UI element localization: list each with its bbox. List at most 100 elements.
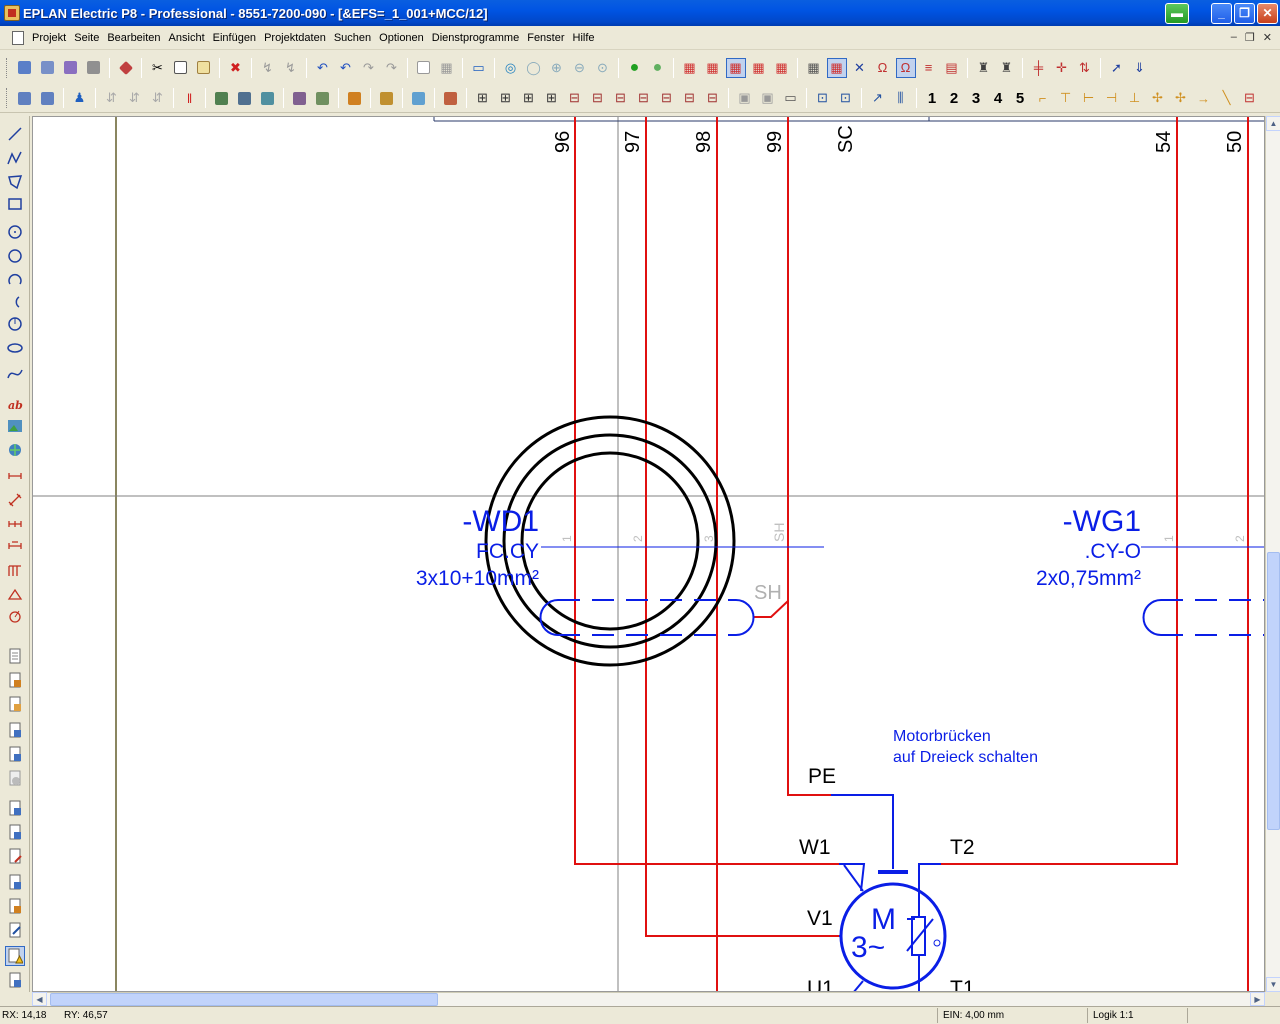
mdi-close-icon[interactable]: ✕ <box>1263 31 1272 44</box>
corner-a-icon[interactable]: ⌐ <box>1033 88 1053 108</box>
plc-a-icon[interactable]: ⊞ <box>473 88 493 108</box>
image-tool-icon[interactable] <box>5 416 25 436</box>
report-f-tool-icon[interactable] <box>5 920 25 940</box>
structure-a-icon[interactable] <box>212 88 232 108</box>
vertical-scrollbar[interactable]: ▲ ▼ <box>1265 116 1280 992</box>
redo-list-icon[interactable]: ↷ <box>382 58 402 78</box>
globe-tool-icon[interactable] <box>5 440 25 460</box>
grid-display-icon[interactable]: ▦ <box>804 58 824 78</box>
restore-button[interactable]: ❐ <box>1234 2 1255 24</box>
device-d-icon[interactable]: ⊟ <box>634 88 654 108</box>
undo-list-icon[interactable]: ↶ <box>313 58 333 78</box>
structure-c-icon[interactable] <box>258 88 278 108</box>
device-a-icon[interactable]: ⊟ <box>565 88 585 108</box>
connection-1-button[interactable]: 1 <box>921 88 943 108</box>
redo-icon[interactable]: ↷ <box>359 58 379 78</box>
polygon-tool-icon[interactable] <box>5 172 25 192</box>
menu-hilfe[interactable]: Hilfe <box>569 32 599 44</box>
zoom-page-icon[interactable]: ◯ <box>524 58 544 78</box>
horizontal-scrollbar[interactable]: ◀ ▶ <box>32 992 1265 1006</box>
dimension-f-tool-icon[interactable] <box>5 584 25 604</box>
gray-a-icon[interactable]: ⇵ <box>102 88 122 108</box>
wire-b-icon[interactable]: ⫼ <box>891 88 911 108</box>
insert-vertical-icon[interactable]: ╪ <box>1029 58 1049 78</box>
ellipse-tool-icon[interactable] <box>5 338 25 358</box>
diagonal-icon[interactable]: ╲ <box>1217 88 1237 108</box>
toolbar-grip[interactable] <box>6 57 9 78</box>
structure-b-icon[interactable] <box>235 88 255 108</box>
macro-icon[interactable] <box>441 88 461 108</box>
corner-c-icon[interactable]: ⊢ <box>1079 88 1099 108</box>
interrupt-icon[interactable]: ⊟ <box>1240 88 1260 108</box>
plc-b-icon[interactable]: ⊞ <box>496 88 516 108</box>
dimension-b-tool-icon[interactable] <box>5 490 25 510</box>
connector-a-icon[interactable]: ⊡ <box>813 88 833 108</box>
grid-b-icon[interactable]: ▦ <box>772 58 792 78</box>
minimize-button[interactable]: _ <box>1211 2 1232 24</box>
green-tray-icon[interactable]: ▬ <box>1165 2 1189 24</box>
structure-e-icon[interactable] <box>313 88 333 108</box>
device-c-icon[interactable]: ⊟ <box>611 88 631 108</box>
text-tool-icon[interactable]: ab <box>5 394 25 414</box>
scroll-down-icon[interactable]: ▼ <box>1266 977 1280 992</box>
toolbar-grip[interactable] <box>6 88 9 108</box>
symbol-b-icon[interactable]: ♜ <box>997 58 1017 78</box>
dimension-g-tool-icon[interactable] <box>5 606 25 626</box>
dimension-c-tool-icon[interactable] <box>5 514 25 534</box>
arc-a-tool-icon[interactable] <box>5 270 25 290</box>
spline-tool-icon[interactable] <box>5 364 25 384</box>
corner-d-icon[interactable]: ⊣ <box>1102 88 1122 108</box>
report-a-tool-icon[interactable] <box>5 798 25 818</box>
list-e-tool-icon[interactable] <box>5 744 25 764</box>
device-b-icon[interactable]: ⊟ <box>588 88 608 108</box>
window-a-icon[interactable] <box>15 88 35 108</box>
device-f-icon[interactable]: ⊟ <box>680 88 700 108</box>
project-open-icon[interactable] <box>15 58 35 78</box>
device-g-icon[interactable]: ⊟ <box>703 88 723 108</box>
wire-a-icon[interactable]: ↗ <box>868 88 888 108</box>
corner-f-icon[interactable]: ✢ <box>1148 88 1168 108</box>
plc-d-icon[interactable]: ⊞ <box>542 88 562 108</box>
scroll-up-icon[interactable]: ▲ <box>1266 116 1280 131</box>
next-page-icon[interactable]: ● <box>625 58 645 78</box>
dimension-e-tool-icon[interactable] <box>5 560 25 580</box>
menu-ansicht[interactable]: Ansicht <box>165 32 209 44</box>
dimension-d-tool-icon[interactable] <box>5 536 25 556</box>
symbol-a-icon[interactable]: ♜ <box>974 58 994 78</box>
project-properties-icon[interactable] <box>61 58 81 78</box>
copy-icon[interactable] <box>171 58 191 78</box>
lightning-gray-icon[interactable]: ↯ <box>281 58 301 78</box>
mdi-restore-icon[interactable]: ❐ <box>1245 31 1255 44</box>
book-icon[interactable] <box>377 88 397 108</box>
snap-point-icon[interactable]: ▦ <box>725 57 746 78</box>
insert-cross-icon[interactable]: ✛ <box>1052 58 1072 78</box>
insert-arrow-icon[interactable]: ⇅ <box>1075 58 1095 78</box>
input-mode-icon[interactable]: ≡ <box>919 58 939 78</box>
omega-icon[interactable]: Ω <box>873 58 893 78</box>
menu-seite[interactable]: Seite <box>70 32 103 44</box>
check-icon[interactable] <box>116 58 136 78</box>
connection-4-button[interactable]: 4 <box>987 88 1009 108</box>
line-tool-icon[interactable] <box>5 124 25 144</box>
menu-suchen[interactable]: Suchen <box>330 32 375 44</box>
connector-b-icon[interactable]: ⊡ <box>836 88 856 108</box>
menu-optionen[interactable]: Optionen <box>375 32 428 44</box>
image-icon[interactable] <box>409 88 429 108</box>
vertical-scroll-thumb[interactable] <box>1267 552 1280 830</box>
page-icon[interactable] <box>414 58 434 78</box>
menu-bearbeiten[interactable]: Bearbeiten <box>103 32 164 44</box>
redo-gray-icon[interactable]: ↯ <box>258 58 278 78</box>
corner-g-icon[interactable]: ✢ <box>1171 88 1191 108</box>
grid-a-icon[interactable]: ▦ <box>749 58 769 78</box>
menu-fenster[interactable]: Fenster <box>523 32 568 44</box>
grid-snap-toggle-icon[interactable]: ▦ <box>826 57 847 78</box>
scroll-right-icon[interactable]: ▶ <box>1250 992 1265 1006</box>
corner-b-icon[interactable]: ⊤ <box>1056 88 1076 108</box>
close-button[interactable]: ✕ <box>1257 2 1278 24</box>
previous-page-icon[interactable]: ● <box>648 58 668 78</box>
crosshair-icon[interactable]: ✕ <box>850 58 870 78</box>
menu-einfuegen[interactable]: Einfügen <box>209 32 260 44</box>
omega-selected-icon[interactable]: Ω <box>895 57 916 78</box>
menu-projekt[interactable]: Projekt <box>28 32 70 44</box>
schematic-canvas[interactable]: 96 97 98 99 SC 54 50 1 2 3 SH SH -WD1 FC… <box>32 116 1265 992</box>
